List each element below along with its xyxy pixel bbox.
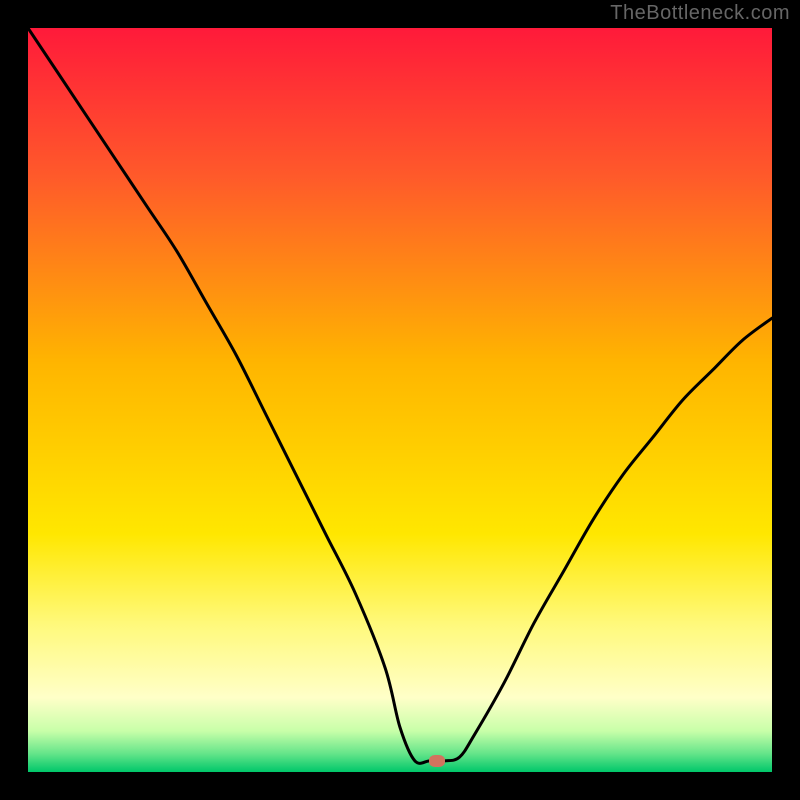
chart-frame: TheBottleneck.com (0, 0, 800, 800)
gradient-background (28, 28, 772, 772)
plot-area (28, 28, 772, 772)
plot-svg (28, 28, 772, 772)
optimal-point-marker (429, 755, 445, 767)
watermark-text: TheBottleneck.com (610, 2, 790, 25)
